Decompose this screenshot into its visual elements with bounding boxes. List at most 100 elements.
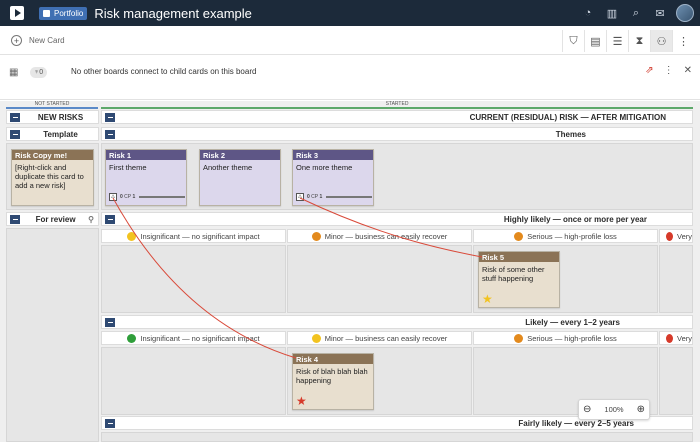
card-body: Risk of blah blah blah happening xyxy=(296,367,368,385)
card-template[interactable]: Risk Copy me! [Right-click and duplicate… xyxy=(11,149,94,206)
connections-message: No other boards connect to child cards o… xyxy=(71,67,257,76)
yellow-dot-icon xyxy=(311,333,321,343)
connection-icon[interactable]: ⚠ xyxy=(296,193,304,201)
globe-icon[interactable]: ◔ xyxy=(576,0,600,26)
connection-count: 0 xyxy=(39,69,44,76)
card-title: Risk 4 xyxy=(293,354,373,364)
column-title: NEW RISKS xyxy=(37,112,84,122)
lane-template[interactable]: Template xyxy=(6,127,99,141)
hourglass-icon[interactable]: ⧗ xyxy=(628,30,650,52)
count-b: 1 xyxy=(132,194,136,200)
lane-themes[interactable]: Themes xyxy=(101,127,693,141)
cell-l-very xyxy=(659,347,693,415)
collapse-button[interactable] xyxy=(10,112,20,122)
notifications-icon[interactable]: ✉ xyxy=(648,0,672,26)
collapse-button[interactable] xyxy=(10,129,20,139)
lane-highly-likely[interactable]: Highly likely — once or more per year xyxy=(101,212,693,226)
collapse-button[interactable] xyxy=(10,214,20,224)
impact-insignificant: Insignificant — no significant impact xyxy=(101,229,286,243)
lane-title: Likely — every 1–2 years xyxy=(525,317,620,327)
card-risk-4[interactable]: Risk 4 Risk of blah blah blah happening … xyxy=(292,353,374,410)
card-list-icon[interactable]: ▤ xyxy=(584,30,606,52)
avatar[interactable] xyxy=(676,4,694,22)
logo-icon[interactable] xyxy=(10,6,24,20)
panel-more-icon[interactable]: ⋮ xyxy=(664,65,674,76)
impact-label: Serious — high-profile loss xyxy=(527,231,617,241)
lane-likely[interactable]: Likely — every 1–2 years xyxy=(101,315,693,329)
impact-label: Minor — business can easily recover xyxy=(324,231,448,241)
themes-cell xyxy=(101,143,693,210)
collapse-button[interactable] xyxy=(105,418,115,428)
collapse-button[interactable] xyxy=(105,112,115,122)
connections-panel: ▦ ♆ 0 No other boards connect to child c… xyxy=(0,56,700,100)
impact-serious: Serious — high-profile loss xyxy=(473,229,658,243)
card-footer: ⚠ 0 CP 1 xyxy=(109,193,186,201)
card-body: One more theme xyxy=(296,163,353,172)
card-risk-1[interactable]: Risk 1 First theme ⚠ 0 CP 1 xyxy=(105,149,187,206)
card-body: [Right-click and duplicate this card to … xyxy=(15,163,84,190)
column-current-risk[interactable]: CURRENT (RESIDUAL) RISK — AFTER MITIGATI… xyxy=(101,110,693,124)
card-risk-5[interactable]: Risk 5 Risk of some other stuff happenin… xyxy=(478,251,560,308)
card-footer: ⚠ 0 CP 1 xyxy=(296,193,373,201)
count-a: 0 xyxy=(307,194,310,200)
filter-icon[interactable]: ⛉ xyxy=(562,30,584,52)
checklist-icon[interactable]: ☰ xyxy=(606,30,628,52)
lane-title: Highly likely — once or more per year xyxy=(503,214,647,224)
impact-very: Very xyxy=(659,229,693,243)
top-icons: ◔ ▥ ⌕ ✉ xyxy=(576,0,694,26)
count-a: 0 xyxy=(120,194,123,200)
card-body: Another theme xyxy=(203,163,253,172)
toolbar-actions: ⛉ ▤ ☰ ⧗ ⚇ ⋮ xyxy=(562,30,694,52)
card-title: Risk Copy me! xyxy=(12,150,93,160)
red-dot-icon xyxy=(666,231,673,241)
panel-actions: ⇗ ⋮ ✕ xyxy=(645,65,692,76)
impact-minor: Minor — business can easily recover xyxy=(287,229,472,243)
lane-title: Template xyxy=(43,129,78,139)
impact-very: Very xyxy=(659,331,693,345)
card-risk-3[interactable]: Risk 3 One more theme ⚠ 0 CP 1 xyxy=(292,149,374,206)
zoom-in-icon[interactable]: ⊕ xyxy=(637,404,645,415)
top-bar: Portfolio Risk management example ◔ ▥ ⌕ … xyxy=(0,0,700,26)
connection-icon[interactable]: ⚠ xyxy=(109,193,117,201)
plus-icon: + xyxy=(11,35,22,46)
board-grid-icon[interactable]: ▦ xyxy=(9,67,18,78)
collapse-button[interactable] xyxy=(105,129,115,139)
connection-count-badge: ♆ 0 xyxy=(30,67,48,78)
green-dot-icon xyxy=(127,333,137,343)
pin-icon[interactable]: ⚲ xyxy=(88,215,94,224)
chart-icon[interactable]: ▥ xyxy=(600,0,624,26)
hierarchy-icon[interactable]: ⚇ xyxy=(650,30,672,52)
close-icon[interactable]: ✕ xyxy=(684,65,692,76)
board: NOT STARTED STARTED NEW RISKS CURRENT (R… xyxy=(0,101,700,442)
zoom-level: 100% xyxy=(604,405,624,414)
impact-label: Serious — high-profile loss xyxy=(527,333,617,343)
card-risk-2[interactable]: Risk 2 Another theme xyxy=(199,149,281,206)
phase-line-not-started xyxy=(6,107,98,109)
card-title: Risk 5 xyxy=(479,252,559,262)
new-card-button[interactable]: + New Card xyxy=(11,35,65,46)
connection-icon[interactable]: ⇗ xyxy=(645,65,653,76)
zoom-out-icon[interactable]: ⊖ xyxy=(583,404,591,415)
portfolio-breadcrumb[interactable]: Portfolio xyxy=(39,6,88,20)
star-icon: ★ xyxy=(296,394,307,408)
impact-serious: Serious — high-profile loss xyxy=(473,331,658,345)
phase-line-started xyxy=(101,107,693,109)
impact-label: Very xyxy=(676,231,692,241)
card-title: Risk 1 xyxy=(106,150,186,160)
cell-l-insignificant xyxy=(101,347,286,415)
search-icon[interactable]: ⌕ xyxy=(624,0,648,26)
lane-for-review[interactable]: For review ⚲ xyxy=(6,212,99,226)
zoom-control: ⊖ 100% ⊕ xyxy=(578,399,650,420)
impact-label: Very xyxy=(676,333,692,343)
column-title: CURRENT (RESIDUAL) RISK — AFTER MITIGATI… xyxy=(469,112,666,122)
impact-label: Minor — business can easily recover xyxy=(324,333,448,343)
collapse-button[interactable] xyxy=(105,317,115,327)
count-b: 1 xyxy=(319,194,323,200)
lane-title: For review xyxy=(35,214,76,224)
new-card-label: New Card xyxy=(29,36,65,45)
collapse-button[interactable] xyxy=(105,214,115,224)
column-new-risks[interactable]: NEW RISKS xyxy=(6,110,99,124)
cell-hl-very xyxy=(659,245,693,313)
more-icon[interactable]: ⋮ xyxy=(672,30,694,52)
for-review-cell xyxy=(6,228,99,442)
